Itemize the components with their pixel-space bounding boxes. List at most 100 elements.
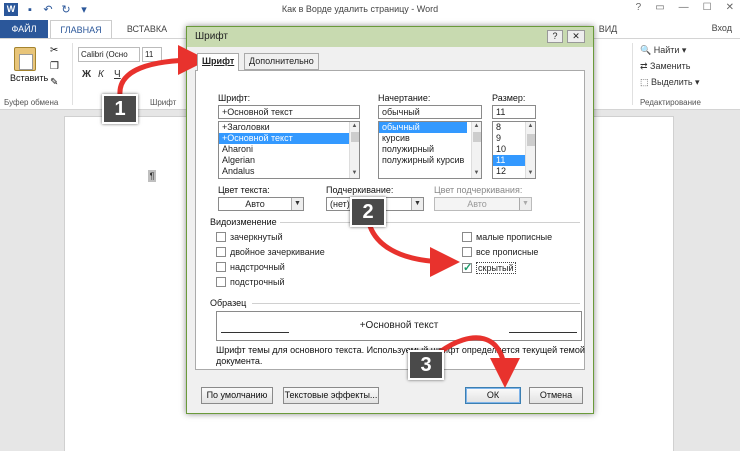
hidden-checkbox[interactable]: скрытый — [462, 261, 516, 274]
cut-icon[interactable]: ✂ — [50, 45, 58, 56]
format-painter-icon[interactable]: ✎ — [50, 77, 58, 88]
ok-button[interactable]: ОК — [465, 387, 521, 404]
scroll-down-icon[interactable]: ▼ — [350, 169, 359, 178]
checkbox-box[interactable] — [216, 277, 226, 287]
tab-insert[interactable]: ВСТАВКА — [118, 20, 176, 38]
find-label: Найти — [653, 45, 680, 55]
checkbox-label: надстрочный — [230, 262, 285, 272]
scroll-down-icon[interactable]: ▼ — [472, 169, 481, 178]
list-item[interactable]: Aharoni — [219, 144, 359, 155]
font-list[interactable]: +Заголовки +Основной текст Aharoni Alger… — [218, 121, 360, 179]
scroll-up-icon[interactable]: ▲ — [472, 122, 481, 131]
font-tab-panel: Шрифт: +Основной текст +Заголовки +Основ… — [195, 70, 585, 370]
scroll-down-icon[interactable]: ▼ — [526, 169, 535, 178]
sample-label: Образец — [210, 298, 247, 308]
dropdown-arrow-icon[interactable]: ▼ — [291, 198, 303, 210]
list-item[interactable]: полужирный курсив — [379, 155, 481, 166]
font-color-label: Цвет текста: — [218, 185, 270, 195]
sample-preview: +Основной текст — [216, 311, 582, 341]
ribbon-display-icon[interactable]: ▭ — [655, 2, 664, 13]
scroll-thumb[interactable] — [473, 132, 481, 142]
font-color-combo[interactable]: Авто ▼ — [218, 197, 304, 211]
replace-button[interactable]: ⇄ Заменить — [640, 61, 691, 72]
style-list[interactable]: обычный курсив полужирный полужирный кур… — [378, 121, 482, 179]
underline-button[interactable]: Ч — [114, 69, 121, 80]
maximize-icon[interactable]: ☐ — [703, 2, 712, 13]
underline-color-combo: Авто ▼ — [434, 197, 532, 211]
minimize-icon[interactable]: — — [679, 2, 689, 13]
list-item[interactable]: Algerian — [219, 155, 359, 166]
paste-icon[interactable] — [14, 47, 36, 71]
redo-icon[interactable]: ↻ — [60, 4, 72, 16]
checkbox-label: малые прописные — [476, 232, 553, 242]
text-effects-button[interactable]: Текстовые эффекты... — [283, 387, 379, 404]
cancel-button[interactable]: Отмена — [529, 387, 583, 404]
tab-file[interactable]: ФАЙЛ — [0, 20, 48, 38]
section-divider — [280, 222, 580, 223]
set-default-button[interactable]: По умолчанию — [201, 387, 273, 404]
superscript-checkbox[interactable]: надстрочный — [216, 262, 285, 272]
font-list-scrollbar[interactable]: ▲ ▼ — [349, 122, 359, 178]
scroll-thumb[interactable] — [351, 132, 359, 142]
checkbox-label: подстрочный — [230, 277, 285, 287]
tab-view[interactable]: ВИД — [596, 20, 620, 38]
list-item[interactable]: Andalus — [219, 166, 359, 177]
font-dialog: Шрифт ? ✕ Шрифт Дополнительно Шрифт: +Ос… — [186, 26, 594, 414]
help-icon[interactable]: ? — [636, 2, 642, 13]
tab-font[interactable]: Шрифт — [197, 53, 240, 71]
small-caps-checkbox[interactable]: малые прописные — [462, 232, 552, 242]
clipboard-group-label: Буфер обмена — [4, 98, 59, 107]
style-list-scrollbar[interactable]: ▲ ▼ — [471, 122, 481, 178]
close-icon[interactable]: ✕ — [726, 2, 734, 13]
customize-qat-icon[interactable]: ▾ — [78, 4, 90, 16]
checkbox-box[interactable] — [216, 262, 226, 272]
quick-access-toolbar: W ▪ ↶ ↻ ▾ — [4, 3, 90, 16]
list-item[interactable]: полужирный — [379, 144, 481, 155]
effects-label: Видоизменение — [210, 217, 277, 227]
sign-in-link[interactable]: Вход — [712, 23, 732, 33]
list-item[interactable]: курсив — [379, 133, 481, 144]
checkbox-label: зачеркнутый — [230, 232, 283, 242]
dialog-help-button[interactable]: ? — [547, 30, 563, 43]
save-icon[interactable]: ▪ — [24, 4, 36, 16]
list-item[interactable]: 11 — [493, 155, 525, 166]
scroll-up-icon[interactable]: ▲ — [526, 122, 535, 131]
tab-home[interactable]: ГЛАВНАЯ — [50, 20, 112, 38]
size-list-scrollbar[interactable]: ▲ ▼ — [525, 122, 535, 178]
double-strikethrough-checkbox[interactable]: двойное зачеркивание — [216, 247, 325, 257]
strikethrough-checkbox[interactable]: зачеркнутый — [216, 232, 283, 242]
sample-text: +Основной текст — [359, 320, 439, 331]
sample-description: Шрифт темы для основного текста. Использ… — [216, 345, 585, 366]
replace-label: Заменить — [650, 61, 691, 71]
checkbox-box[interactable] — [462, 247, 472, 257]
dialog-close-button[interactable]: ✕ — [567, 30, 585, 43]
undo-icon[interactable]: ↶ — [42, 4, 54, 16]
list-item[interactable]: обычный — [379, 122, 467, 133]
subscript-checkbox[interactable]: подстрочный — [216, 277, 285, 287]
scroll-thumb[interactable] — [527, 134, 535, 146]
style-input[interactable]: обычный — [378, 105, 482, 119]
step-badge-3: 3 — [408, 350, 444, 380]
tab-advanced[interactable]: Дополнительно — [244, 53, 319, 70]
checkbox-box[interactable] — [216, 232, 226, 242]
italic-button[interactable]: К — [98, 69, 104, 80]
copy-icon[interactable]: ❐ — [50, 61, 59, 72]
dropdown-arrow-icon[interactable]: ▼ — [411, 198, 423, 210]
checkbox-checked-icon[interactable] — [462, 261, 472, 274]
paste-label[interactable]: Вставить — [10, 73, 48, 83]
font-name-input[interactable]: +Основной текст — [218, 105, 360, 119]
select-button[interactable]: ⬚ Выделить ▾ — [640, 77, 700, 88]
list-item[interactable]: +Заголовки — [219, 122, 359, 133]
all-caps-checkbox[interactable]: все прописные — [462, 247, 538, 257]
list-item[interactable]: +Основной текст — [219, 133, 359, 144]
scroll-up-icon[interactable]: ▲ — [350, 122, 359, 131]
size-list[interactable]: 8 9 10 11 12 ▲ ▼ — [492, 121, 536, 179]
tab-advanced-label: Дополнительно — [249, 56, 314, 66]
checkbox-box[interactable] — [462, 232, 472, 242]
font-name-box[interactable]: Calibri (Осно — [78, 47, 140, 62]
bold-button[interactable]: Ж — [82, 69, 91, 80]
checkbox-box[interactable] — [216, 247, 226, 257]
find-button[interactable]: 🔍 Найти ▾ — [640, 45, 686, 56]
font-size-box[interactable]: 11 — [142, 47, 162, 62]
size-input[interactable]: 11 — [492, 105, 536, 119]
